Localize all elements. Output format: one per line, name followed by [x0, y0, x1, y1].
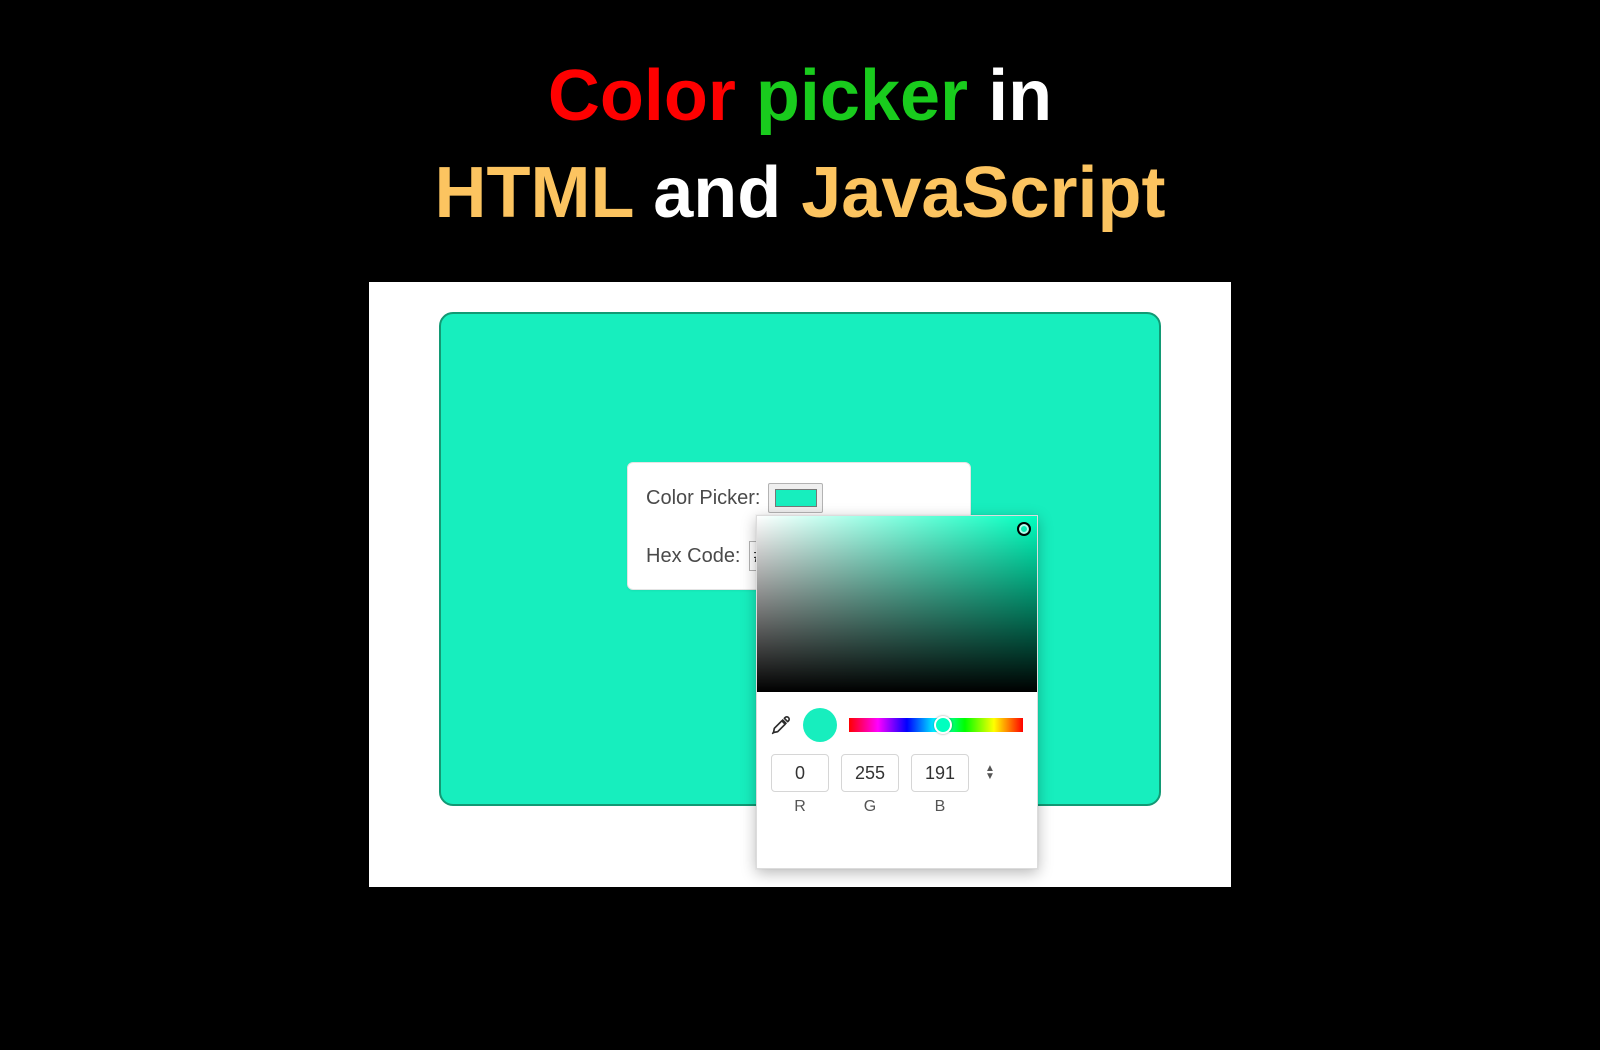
- hex-code-label: Hex Code:: [646, 545, 741, 568]
- title-word-6: JavaScript: [801, 153, 1165, 233]
- title-word-3: in: [988, 56, 1052, 136]
- color-input-button[interactable]: [768, 483, 823, 513]
- hue-slider[interactable]: [849, 718, 1023, 732]
- color-picker-label: Color Picker:: [646, 487, 760, 510]
- color-input-swatch: [775, 489, 817, 507]
- title-word-5: and: [653, 153, 781, 233]
- color-picker-row: Color Picker:: [646, 483, 952, 513]
- preview-canvas: Color Picker: Hex Code:: [369, 282, 1231, 887]
- rgb-g-label: G: [841, 798, 899, 816]
- current-color-swatch: [803, 708, 837, 742]
- saturation-value-area[interactable]: [757, 516, 1037, 692]
- rgb-r-input[interactable]: [771, 754, 829, 792]
- format-stepper-icon[interactable]: ▲▼: [981, 761, 999, 785]
- title-word-2: picker: [756, 56, 968, 136]
- rgb-b-label: B: [911, 798, 969, 816]
- eyedropper-icon[interactable]: [771, 715, 791, 735]
- rgb-b-input[interactable]: [911, 754, 969, 792]
- color-picker-popup: ▲▼ R G B: [756, 515, 1038, 869]
- sv-cursor[interactable]: [1017, 522, 1031, 536]
- rgb-r-label: R: [771, 798, 829, 816]
- title-word-4: HTML: [435, 153, 634, 233]
- hue-cursor[interactable]: [934, 716, 952, 734]
- page-title: Color picker in HTML and JavaScript: [0, 0, 1600, 242]
- rgb-labels: R G B: [757, 792, 1037, 824]
- picker-toolbar: [757, 692, 1037, 750]
- title-word-1: Color: [548, 56, 736, 136]
- rgb-inputs: ▲▼: [757, 750, 1037, 792]
- rgb-g-input[interactable]: [841, 754, 899, 792]
